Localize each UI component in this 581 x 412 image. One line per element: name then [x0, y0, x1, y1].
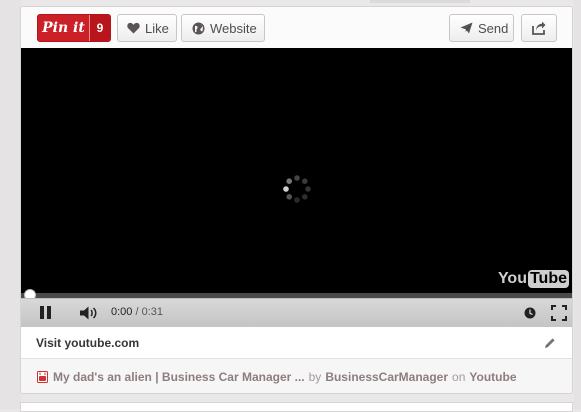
share-icon	[532, 21, 546, 35]
volume-button[interactable]	[79, 306, 99, 320]
youtube-small-icon	[37, 371, 48, 383]
speaker-icon	[80, 306, 97, 320]
source-attribution: My dad's an alien | Business Car Manager…	[21, 359, 572, 393]
video-player[interactable]: You Tube	[21, 48, 572, 293]
current-time: 0:00	[111, 306, 133, 318]
time-display: 0:00 / 0:31	[111, 306, 163, 318]
pause-icon	[40, 306, 51, 319]
fullscreen-button[interactable]	[551, 305, 567, 321]
website-label: Website	[210, 20, 257, 36]
page-background-left	[0, 0, 21, 409]
player-controls: 0:00 / 0:31	[21, 298, 572, 327]
globe-icon	[192, 22, 205, 35]
loading-spinner-icon	[283, 175, 311, 203]
website-button[interactable]: Website	[181, 14, 265, 42]
pin-count-badge: 9	[89, 15, 110, 41]
youtube-logo-you: You	[497, 270, 527, 287]
visit-site-row[interactable]: Visit youtube.com	[21, 327, 572, 359]
watch-later-button[interactable]	[524, 307, 536, 319]
pin-it-label: Pin it	[42, 20, 85, 36]
fullscreen-icon	[551, 305, 567, 321]
pencil-icon[interactable]	[544, 336, 556, 354]
author-link[interactable]: BusinessCarManager	[325, 370, 448, 384]
pause-button[interactable]	[39, 306, 53, 319]
send-button[interactable]: Send	[449, 14, 514, 42]
page-background-right	[574, 0, 581, 409]
send-label: Send	[478, 20, 509, 36]
share-button[interactable]	[521, 14, 557, 42]
heart-icon	[127, 22, 140, 34]
time-separator: /	[132, 306, 142, 318]
youtube-logo-tube: Tube	[527, 270, 569, 288]
clock-icon	[524, 307, 536, 319]
action-toolbar: Pin it 9 Like Website Send	[21, 7, 572, 48]
paper-plane-icon	[460, 22, 473, 34]
background-element	[370, 0, 470, 3]
next-card	[20, 402, 573, 412]
visit-site-link[interactable]: Visit youtube.com	[36, 336, 139, 350]
site-link[interactable]: Youtube	[469, 370, 516, 384]
youtube-logo[interactable]: You Tube	[498, 270, 569, 288]
on-word: on	[452, 370, 466, 384]
like-button[interactable]: Like	[117, 14, 177, 42]
like-label: Like	[145, 20, 169, 36]
pin-closeup-card: Pin it 9 Like Website Send You Tube 0:00…	[20, 6, 573, 394]
duration: 0:31	[141, 306, 164, 318]
pin-it-button[interactable]: Pin it 9	[37, 14, 111, 42]
by-word: by	[308, 370, 322, 384]
video-title-link[interactable]: My dad's an alien | Business Car Manager…	[53, 370, 305, 384]
